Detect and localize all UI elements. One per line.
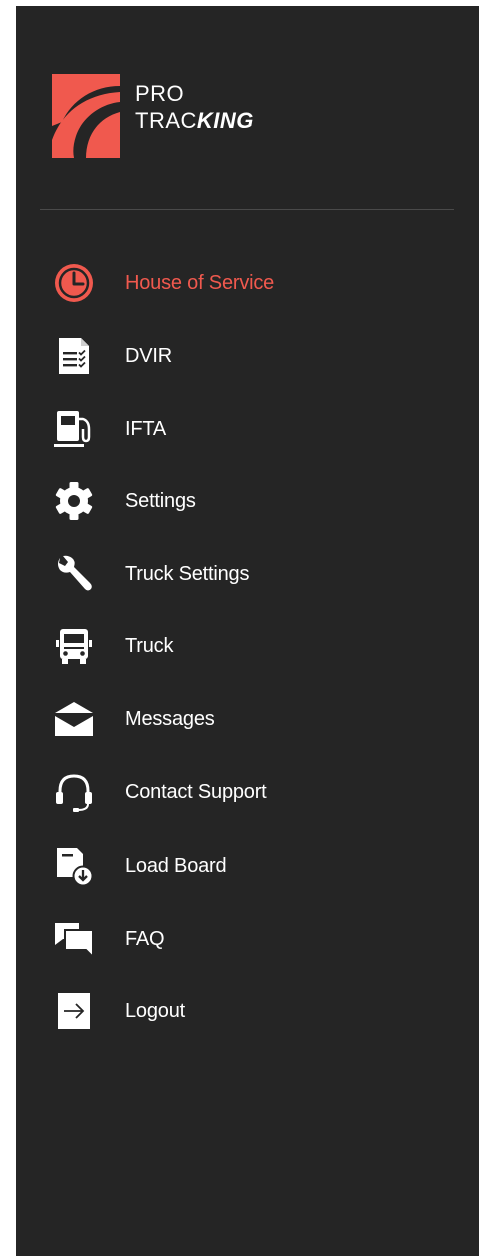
menu-label-truck-settings: Truck Settings (125, 563, 250, 585)
menu-label-load-board: Load Board (125, 855, 227, 877)
download-box-icon (52, 846, 96, 887)
menu-item-contact-support[interactable]: Contact Support (16, 767, 479, 817)
menu-label-faq: FAQ (125, 928, 165, 950)
menu-item-settings[interactable]: Settings (16, 476, 479, 526)
gear-icon (52, 481, 96, 521)
brand-line2-regular: TRAC (135, 108, 197, 133)
menu-item-dvir[interactable]: DVIR (16, 331, 479, 381)
menu-label-logout: Logout (125, 1000, 185, 1022)
envelope-open-icon (52, 699, 96, 739)
wrench-icon (52, 554, 96, 594)
menu-item-truck[interactable]: Truck (16, 621, 479, 671)
menu-item-messages[interactable]: Messages (16, 694, 479, 744)
clock-icon (52, 263, 96, 303)
checklist-document-icon (52, 336, 96, 376)
brand-line1: PRO (135, 81, 185, 106)
logout-arrow-icon (52, 991, 96, 1031)
menu-item-truck-settings[interactable]: Truck Settings (16, 549, 479, 599)
brand-line2: TRACKING (135, 107, 254, 134)
truck-icon (52, 626, 96, 666)
chat-bubbles-icon (52, 919, 96, 959)
logo-mark-icon (52, 74, 120, 158)
menu-item-logout[interactable]: Logout (16, 986, 479, 1036)
brand-wordmark: PRO TRACKING (135, 80, 254, 134)
menu-label-dvir: DVIR (125, 345, 172, 367)
brand-line2-bold: KING (196, 108, 254, 133)
menu-label-house-of-service: House of Service (125, 272, 275, 294)
header-divider (40, 209, 454, 210)
menu-label-settings: Settings (125, 490, 196, 512)
headset-icon (52, 772, 96, 812)
navigation-drawer: PRO TRACKING House of Service DVIR IFTA … (16, 6, 479, 1256)
fuel-pump-icon (52, 409, 96, 449)
menu-item-house-of-service[interactable]: House of Service (16, 258, 479, 308)
menu-label-contact-support: Contact Support (125, 781, 267, 803)
menu-item-ifta[interactable]: IFTA (16, 404, 479, 454)
menu-label-truck: Truck (125, 635, 174, 657)
menu-label-ifta: IFTA (125, 418, 167, 440)
menu-label-messages: Messages (125, 708, 215, 730)
menu-item-load-board[interactable]: Load Board (16, 841, 479, 891)
menu-item-faq[interactable]: FAQ (16, 914, 479, 964)
